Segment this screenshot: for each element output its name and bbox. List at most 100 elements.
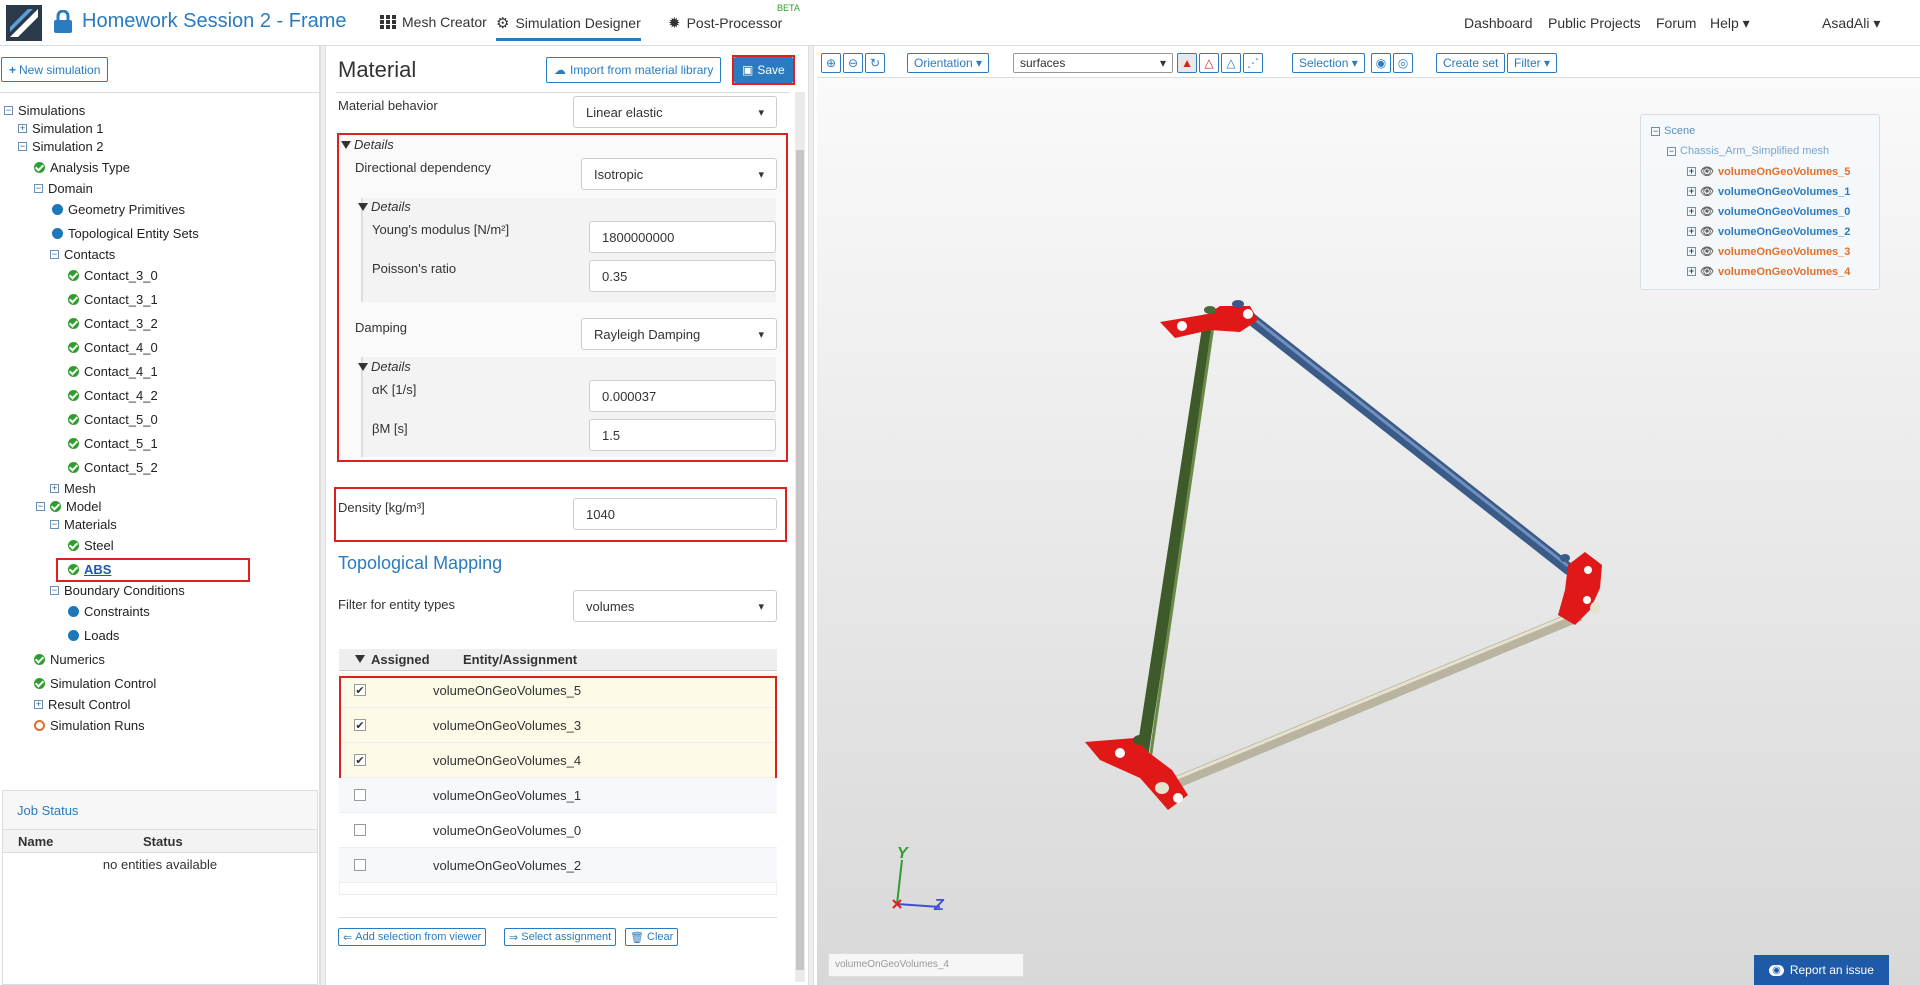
tree-simulation-1[interactable]: + Simulation 1 [18, 121, 104, 136]
logo[interactable] [6, 5, 42, 41]
expand-icon[interactable]: + [18, 124, 27, 133]
tree-contact[interactable]: Contact_4_1 [68, 364, 158, 379]
splitter-right[interactable] [808, 46, 814, 985]
expand-icon[interactable]: + [1687, 247, 1696, 256]
sort-icon[interactable] [355, 655, 365, 663]
nav-dashboard[interactable]: Dashboard [1464, 15, 1533, 31]
tree-simulation-control[interactable]: Simulation Control [34, 676, 156, 691]
eye-icon[interactable]: 👁 [1700, 265, 1714, 278]
collapse-icon[interactable]: − [50, 520, 59, 529]
eye-icon[interactable]: 👁 [1700, 245, 1714, 258]
collapse-icon[interactable]: − [34, 184, 43, 193]
green-rod[interactable] [1134, 314, 1216, 771]
user-menu[interactable]: AsadAli ▾ [1822, 15, 1880, 32]
tree-numerics[interactable]: Numerics [34, 652, 105, 667]
collapse-icon[interactable]: − [1651, 126, 1660, 136]
new-simulation-button[interactable]: + New simulation [1, 57, 109, 82]
add-selection-button[interactable]: ⇐ Add selection from viewer [338, 928, 487, 946]
eye-icon[interactable]: 👁 [1700, 165, 1714, 178]
table-row[interactable]: volumeOnGeoVolumes_0 [339, 813, 777, 848]
scene-item[interactable]: + 👁 volumeOnGeoVolumes_3 [1687, 245, 1850, 258]
behavior-select[interactable]: Linear elastic [573, 96, 777, 128]
scene-root[interactable]: − Scene [1651, 125, 1695, 137]
expand-icon[interactable]: + [1687, 227, 1696, 236]
scene-item[interactable]: + 👁 volumeOnGeoVolumes_2 [1687, 225, 1850, 238]
filter-select[interactable]: volumes [573, 590, 777, 622]
select-assignment-button[interactable]: ⇒ Select assignment [504, 928, 617, 946]
tree-topological-entity-sets[interactable]: Topological Entity Sets [52, 226, 199, 241]
blue-rod[interactable] [1246, 313, 1574, 575]
scene-item[interactable]: + 👁 volumeOnGeoVolumes_0 [1687, 205, 1850, 218]
tree-contact[interactable]: Contact_5_0 [68, 412, 158, 427]
scrollbar[interactable] [795, 92, 805, 982]
surface-mode-icon[interactable]: ▲ [1177, 53, 1197, 73]
create-set-button[interactable]: Create set [1436, 53, 1506, 73]
scene-mesh[interactable]: − Chassis_Arm_Simplified mesh [1667, 145, 1829, 157]
collapse-icon[interactable]: − [18, 142, 27, 151]
tree-contact[interactable]: Contact_4_2 [68, 388, 158, 403]
tree-contact[interactable]: Contact_3_0 [68, 268, 158, 283]
expand-icon[interactable]: + [1687, 267, 1696, 276]
collapse-icon[interactable]: − [50, 586, 59, 595]
zoom-out-icon[interactable]: ⊖ [843, 53, 863, 73]
tree-simulations[interactable]: − Simulations [4, 103, 85, 118]
tree-simulation-runs[interactable]: Simulation Runs [34, 718, 145, 733]
nav-help[interactable]: Help ▾ [1710, 15, 1750, 32]
points-icon[interactable]: ⋰ [1243, 53, 1263, 73]
collapse-icon[interactable]: − [36, 502, 45, 511]
expand-icon[interactable]: + [34, 700, 43, 709]
reset-view-icon[interactable]: ↻ [865, 53, 885, 73]
expand-icon[interactable]: + [50, 484, 59, 493]
splitter-left[interactable] [320, 46, 326, 985]
tree-mesh[interactable]: + Mesh [50, 481, 96, 496]
collapse-icon[interactable]: − [1667, 146, 1676, 156]
tree-contact[interactable]: Contact_3_1 [68, 292, 158, 307]
filter-dropdown[interactable]: Filter ▾ [1507, 53, 1558, 73]
import-material-button[interactable]: ☁ Import from material library [546, 57, 722, 83]
tree-contact[interactable]: Contact_5_1 [68, 436, 158, 451]
tree-steel[interactable]: Steel [68, 538, 114, 553]
row-checkbox[interactable] [354, 824, 366, 836]
tree-simulation-2[interactable]: − Simulation 2 [18, 139, 104, 154]
tree-domain[interactable]: − Domain [34, 181, 93, 196]
eye-icon[interactable]: 👁 [1700, 205, 1714, 218]
bottom-joint[interactable] [1085, 735, 1188, 810]
tree-contact[interactable]: Contact_5_2 [68, 460, 158, 475]
beige-rod[interactable] [1167, 609, 1583, 791]
row-checkbox[interactable] [354, 859, 366, 871]
tree-model[interactable]: − Model [36, 499, 101, 514]
nav-post-processor[interactable]: ✹ Post-Processor [668, 14, 782, 32]
nav-public-projects[interactable]: Public Projects [1548, 15, 1641, 31]
scene-item[interactable]: + 👁 volumeOnGeoVolumes_4 [1687, 265, 1850, 278]
nav-mesh-creator[interactable]: Mesh Creator [380, 14, 487, 30]
nav-simulation-designer[interactable]: ⚙ Simulation Designer [496, 14, 641, 41]
tree-contact[interactable]: Contact_4_0 [68, 340, 158, 355]
tree-analysis-type[interactable]: Analysis Type [34, 160, 130, 175]
render-mode-select[interactable]: surfaces ▾ [1013, 53, 1173, 73]
edge-mode-icon[interactable]: △ [1199, 53, 1219, 73]
zoom-in-icon[interactable]: ⊕ [821, 53, 841, 73]
wireframe-icon[interactable]: △ [1221, 53, 1241, 73]
selection-dropdown[interactable]: Selection ▾ [1292, 53, 1365, 73]
tree-result-control[interactable]: + Result Control [34, 697, 130, 712]
tree-loads[interactable]: Loads [68, 628, 119, 643]
tree-geometry-primitives[interactable]: Geometry Primitives [52, 202, 185, 217]
hide-icon[interactable]: ◉ [1371, 53, 1391, 73]
eye-icon[interactable]: 👁 [1700, 225, 1714, 238]
report-issue-button[interactable]: ◉ Report an issue [1754, 955, 1889, 985]
tree-boundary-conditions[interactable]: − Boundary Conditions [50, 583, 185, 598]
show-icon[interactable]: ◎ [1393, 53, 1413, 73]
scene-item[interactable]: + 👁 volumeOnGeoVolumes_1 [1687, 185, 1850, 198]
collapse-icon[interactable]: − [50, 250, 59, 259]
tree-contacts[interactable]: − Contacts [50, 247, 115, 262]
expand-icon[interactable]: + [1687, 187, 1696, 196]
tree-materials[interactable]: − Materials [50, 517, 117, 532]
eye-icon[interactable]: 👁 [1700, 185, 1714, 198]
row-checkbox[interactable] [354, 789, 366, 801]
frame-model[interactable] [1060, 290, 1620, 830]
tree-constraints[interactable]: Constraints [68, 604, 150, 619]
tree-contact[interactable]: Contact_3_2 [68, 316, 158, 331]
clear-button[interactable]: 🗑 Clear [625, 928, 679, 946]
expand-icon[interactable]: + [1687, 167, 1696, 176]
table-row[interactable]: volumeOnGeoVolumes_1 [339, 778, 777, 813]
